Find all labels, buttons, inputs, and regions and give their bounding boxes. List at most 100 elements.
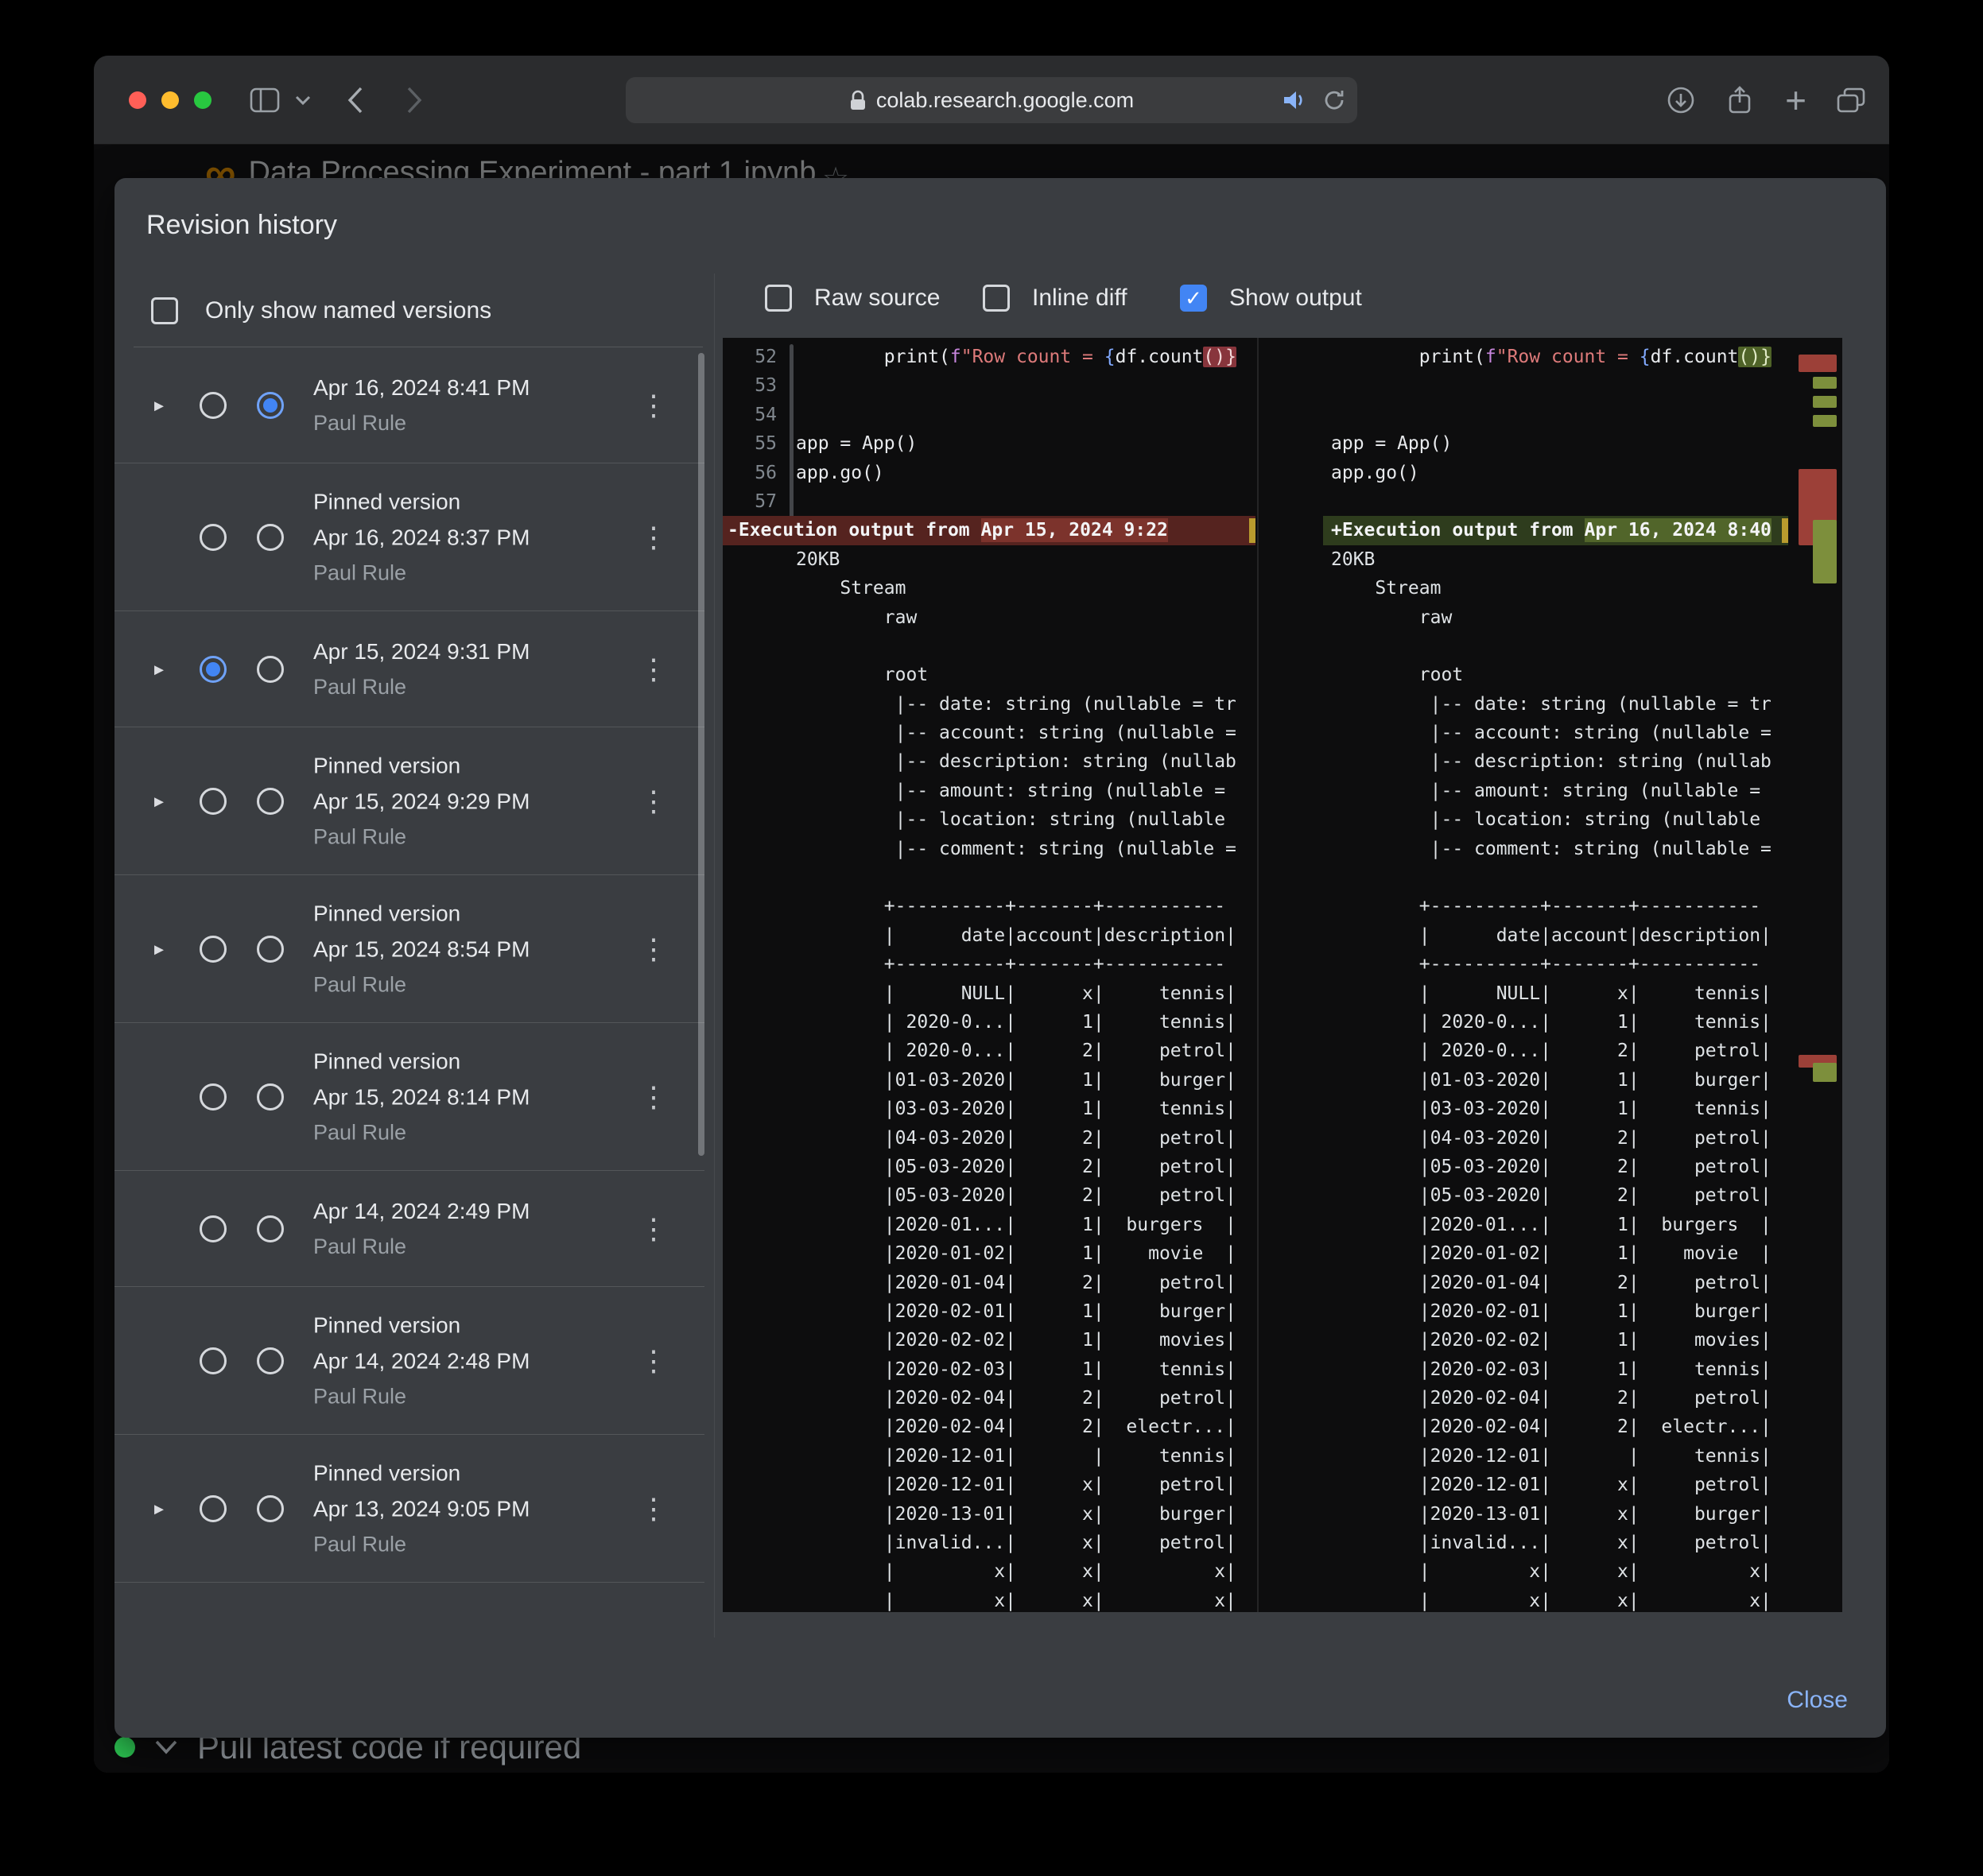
- new-tab-icon[interactable]: +: [1785, 82, 1806, 118]
- close-window-button[interactable]: [129, 91, 146, 109]
- output-line: |2020-12-01| x| petrol|: [796, 1475, 1236, 1496]
- diff-from-radio[interactable]: [200, 1083, 227, 1110]
- revision-author: Paul Rule: [313, 560, 407, 584]
- output-line: raw: [1331, 607, 1453, 628]
- revision-item[interactable]: ▸ Pinned version Apr 13, 2024 9:05 PM Paul …: [114, 1435, 704, 1583]
- minimap-green-marker: [1813, 377, 1837, 389]
- diff-to-radio[interactable]: [257, 1215, 284, 1242]
- expand-arrow-icon[interactable]: ▸: [154, 393, 164, 417]
- expand-arrow-icon[interactable]: ▸: [154, 657, 164, 680]
- code-line: print(f"Row count = {df.count()}: [1331, 347, 1772, 367]
- diff-view: 52 print(f"Row count = {df.count()} 53 54 5…: [723, 338, 1842, 1612]
- diff-to-radio[interactable]: [257, 1494, 284, 1522]
- diff-to-radio[interactable]: [257, 523, 284, 551]
- revision-item[interactable]: Pinned version Apr 15, 2024 8:14 PM Paul R…: [114, 1023, 704, 1171]
- url-bar[interactable]: colab.research.google.com: [626, 77, 1357, 123]
- output-line: |04-03-2020| 2| petrol|: [1331, 1127, 1772, 1149]
- revision-text: Pinned version Apr 15, 2024 8:54 PM Paul R…: [313, 895, 530, 1002]
- diff-pane-left[interactable]: 52 print(f"Row count = {df.count()} 53 54 5…: [723, 338, 1255, 1612]
- revision-item[interactable]: Apr 14, 2024 2:49 PM Paul Rule ⋮: [114, 1171, 704, 1287]
- more-options-icon[interactable]: ⋮: [639, 389, 668, 422]
- only-named-checkbox[interactable]: [151, 297, 178, 324]
- more-options-icon[interactable]: ⋮: [639, 932, 668, 966]
- close-button[interactable]: Close: [1787, 1687, 1848, 1714]
- audio-mute-icon[interactable]: [1283, 89, 1306, 111]
- browser-window: colab.research.google.com + ∞ Data Proce…: [94, 56, 1889, 1773]
- sidebar-chevron-down-icon[interactable]: [294, 95, 312, 106]
- inline-diff-checkbox[interactable]: [983, 285, 1010, 312]
- more-options-icon[interactable]: ⋮: [639, 1080, 668, 1114]
- show-output-checkbox[interactable]: ✓: [1180, 285, 1207, 312]
- diff-to-radio[interactable]: [257, 655, 284, 683]
- revision-item[interactable]: Pinned version Apr 16, 2024 8:37 PM Paul R…: [114, 463, 704, 611]
- diff-minimap[interactable]: [1795, 338, 1840, 1612]
- more-options-icon[interactable]: ⋮: [639, 1640, 668, 1642]
- diff-from-radio[interactable]: [200, 1494, 227, 1522]
- diff-to-radio[interactable]: [257, 391, 284, 419]
- downloads-icon[interactable]: [1667, 86, 1695, 114]
- revision-item[interactable]: Pinned version ⋮: [114, 1583, 704, 1642]
- diff-to-radio[interactable]: [257, 1083, 284, 1110]
- pane-scrollbar[interactable]: [790, 344, 794, 535]
- inline-diff-label: Inline diff: [1032, 285, 1127, 311]
- raw-source-checkbox[interactable]: [765, 285, 792, 312]
- output-line: root: [1331, 665, 1464, 686]
- revision-item[interactable]: Pinned version Apr 14, 2024 2:48 PM Paul R…: [114, 1287, 704, 1435]
- screen: colab.research.google.com + ∞ Data Proce…: [0, 0, 1983, 1876]
- diff-to-radio[interactable]: [257, 935, 284, 963]
- expand-arrow-icon[interactable]: ▸: [154, 1497, 164, 1520]
- more-options-icon[interactable]: ⋮: [639, 521, 668, 554]
- execution-output-header: +Execution output from Apr 16, 2024 8:40: [1323, 516, 1788, 545]
- revision-item[interactable]: ▸ Pinned version Apr 15, 2024 9:29 PM Paul …: [114, 727, 704, 875]
- output-line: |04-03-2020| 2| petrol|: [796, 1127, 1236, 1149]
- diff-from-radio[interactable]: [200, 391, 227, 419]
- output-line: |-- date: string (nullable = tr: [796, 693, 1236, 715]
- only-named-filter-row: Only show named versions: [151, 297, 491, 324]
- revision-text: Pinned version: [313, 1638, 460, 1642]
- pinned-label: Pinned version: [313, 1312, 461, 1337]
- revision-item[interactable]: ▸ Apr 16, 2024 8:41 PM Paul Rule ⋮: [114, 347, 704, 463]
- diff-to-radio[interactable]: [257, 787, 284, 815]
- output-line: |2020-02-02| 1| movies|: [1331, 1330, 1772, 1351]
- share-icon[interactable]: [1727, 85, 1752, 115]
- more-options-icon[interactable]: ⋮: [639, 1212, 668, 1246]
- diff-from-radio[interactable]: [200, 655, 227, 683]
- revision-item[interactable]: ▸ Pinned version Apr 15, 2024 8:54 PM Paul …: [114, 875, 704, 1023]
- more-options-icon[interactable]: ⋮: [639, 1344, 668, 1378]
- more-options-icon[interactable]: ⋮: [639, 653, 668, 686]
- diff-from-radio[interactable]: [200, 1347, 227, 1374]
- code-line: 55 app = App(): [755, 433, 918, 455]
- sidebar-toggle-icon[interactable]: [250, 87, 280, 113]
- diff-pane-right[interactable]: print(f"Row count = {df.count()} app = Ap…: [1323, 338, 1788, 1612]
- more-options-icon[interactable]: ⋮: [639, 785, 668, 818]
- inline-diff-toggle: Inline diff: [983, 285, 1127, 312]
- expand-arrow-icon[interactable]: ▸: [154, 789, 164, 812]
- diff-from-radio[interactable]: [200, 523, 227, 551]
- forward-button[interactable]: [406, 86, 423, 114]
- diff-from-radio[interactable]: [200, 1215, 227, 1242]
- output-line: |2020-02-02| 1| movies|: [796, 1330, 1236, 1351]
- more-options-icon[interactable]: ⋮: [639, 1492, 668, 1525]
- revision-list-scrollbar[interactable]: [698, 353, 704, 1156]
- diff-to-radio[interactable]: [257, 1347, 284, 1374]
- output-line: |-- date: string (nullable = tr: [1331, 693, 1772, 715]
- output-line: +----------+-------+-----------: [1331, 954, 1761, 975]
- revision-list[interactable]: ▸ Apr 16, 2024 8:41 PM Paul Rule ⋮ Pinned ve…: [114, 347, 704, 1642]
- revision-author: Paul Rule: [313, 1234, 407, 1258]
- diff-from-radio[interactable]: [200, 935, 227, 963]
- section-chevron-down-icon[interactable]: [153, 1738, 180, 1756]
- diff-from-radio[interactable]: [200, 787, 227, 815]
- reload-icon[interactable]: [1322, 88, 1346, 112]
- lock-icon: [849, 89, 867, 111]
- expand-arrow-icon[interactable]: ▸: [154, 937, 164, 960]
- tab-overview-icon[interactable]: [1837, 87, 1865, 113]
- back-button[interactable]: [347, 86, 364, 114]
- minimize-window-button[interactable]: [161, 91, 179, 109]
- output-line: +----------+-------+-----------: [1331, 896, 1761, 917]
- revision-item[interactable]: ▸ Apr 15, 2024 9:31 PM Paul Rule ⋮: [114, 611, 704, 727]
- output-line: |2020-12-01| | tennis|: [1331, 1445, 1772, 1467]
- zoom-window-button[interactable]: [194, 91, 211, 109]
- code-line: 57: [755, 490, 777, 512]
